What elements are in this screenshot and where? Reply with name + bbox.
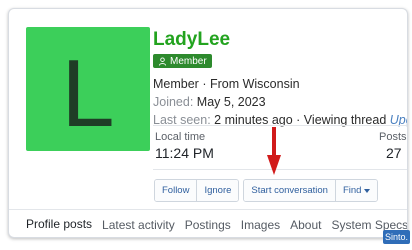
person-icon: [158, 56, 167, 66]
ignore-button[interactable]: Ignore: [196, 180, 239, 201]
member-badge: Member: [153, 54, 212, 68]
posts-value[interactable]: 27: [386, 145, 402, 161]
username[interactable]: LadyLee: [153, 29, 407, 51]
local-time-label: Local time: [155, 131, 206, 143]
role-line: Member · From Wisconsin: [153, 76, 300, 91]
sinto-button[interactable]: Sinto.: [383, 230, 410, 244]
profile-card: L LadyLee Member Member · From Wisconsin…: [8, 8, 408, 238]
avatar[interactable]: L: [26, 27, 150, 151]
find-button[interactable]: Find: [334, 180, 378, 201]
tab-about[interactable]: About: [290, 210, 321, 237]
follow-button[interactable]: Follow: [155, 180, 197, 201]
divider-top: [153, 125, 407, 126]
avatar-letter: L: [61, 40, 115, 147]
joined-line: Joined: May 5, 2023: [153, 93, 407, 111]
tab-images[interactable]: Images: [241, 210, 280, 237]
find-label: Find: [342, 185, 362, 196]
tab-profile-posts[interactable]: Profile posts: [26, 210, 92, 237]
badge-label: Member: [170, 55, 207, 67]
action-buttons: Follow Ignore Start conversation Find: [154, 179, 379, 202]
conversation-find-group: Start conversation Find: [243, 179, 379, 202]
tab-postings[interactable]: Postings: [185, 210, 231, 237]
profile-info: LadyLee Member Member · From Wisconsin J…: [153, 29, 407, 129]
local-time-value: 11:24 PM: [155, 145, 214, 161]
follow-ignore-group: Follow Ignore: [154, 179, 240, 202]
tab-latest-activity[interactable]: Latest activity: [102, 210, 175, 237]
joined-value: May 5, 2023: [196, 94, 266, 109]
profile-tabs: Profile posts Latest activity Postings I…: [9, 209, 407, 237]
joined-label: Joined:: [153, 94, 194, 109]
caret-down-icon: [364, 188, 371, 193]
posts-label: Posts: [379, 131, 407, 143]
red-down-arrow-icon: [267, 127, 281, 175]
start-conversation-button[interactable]: Start conversation: [244, 180, 335, 201]
